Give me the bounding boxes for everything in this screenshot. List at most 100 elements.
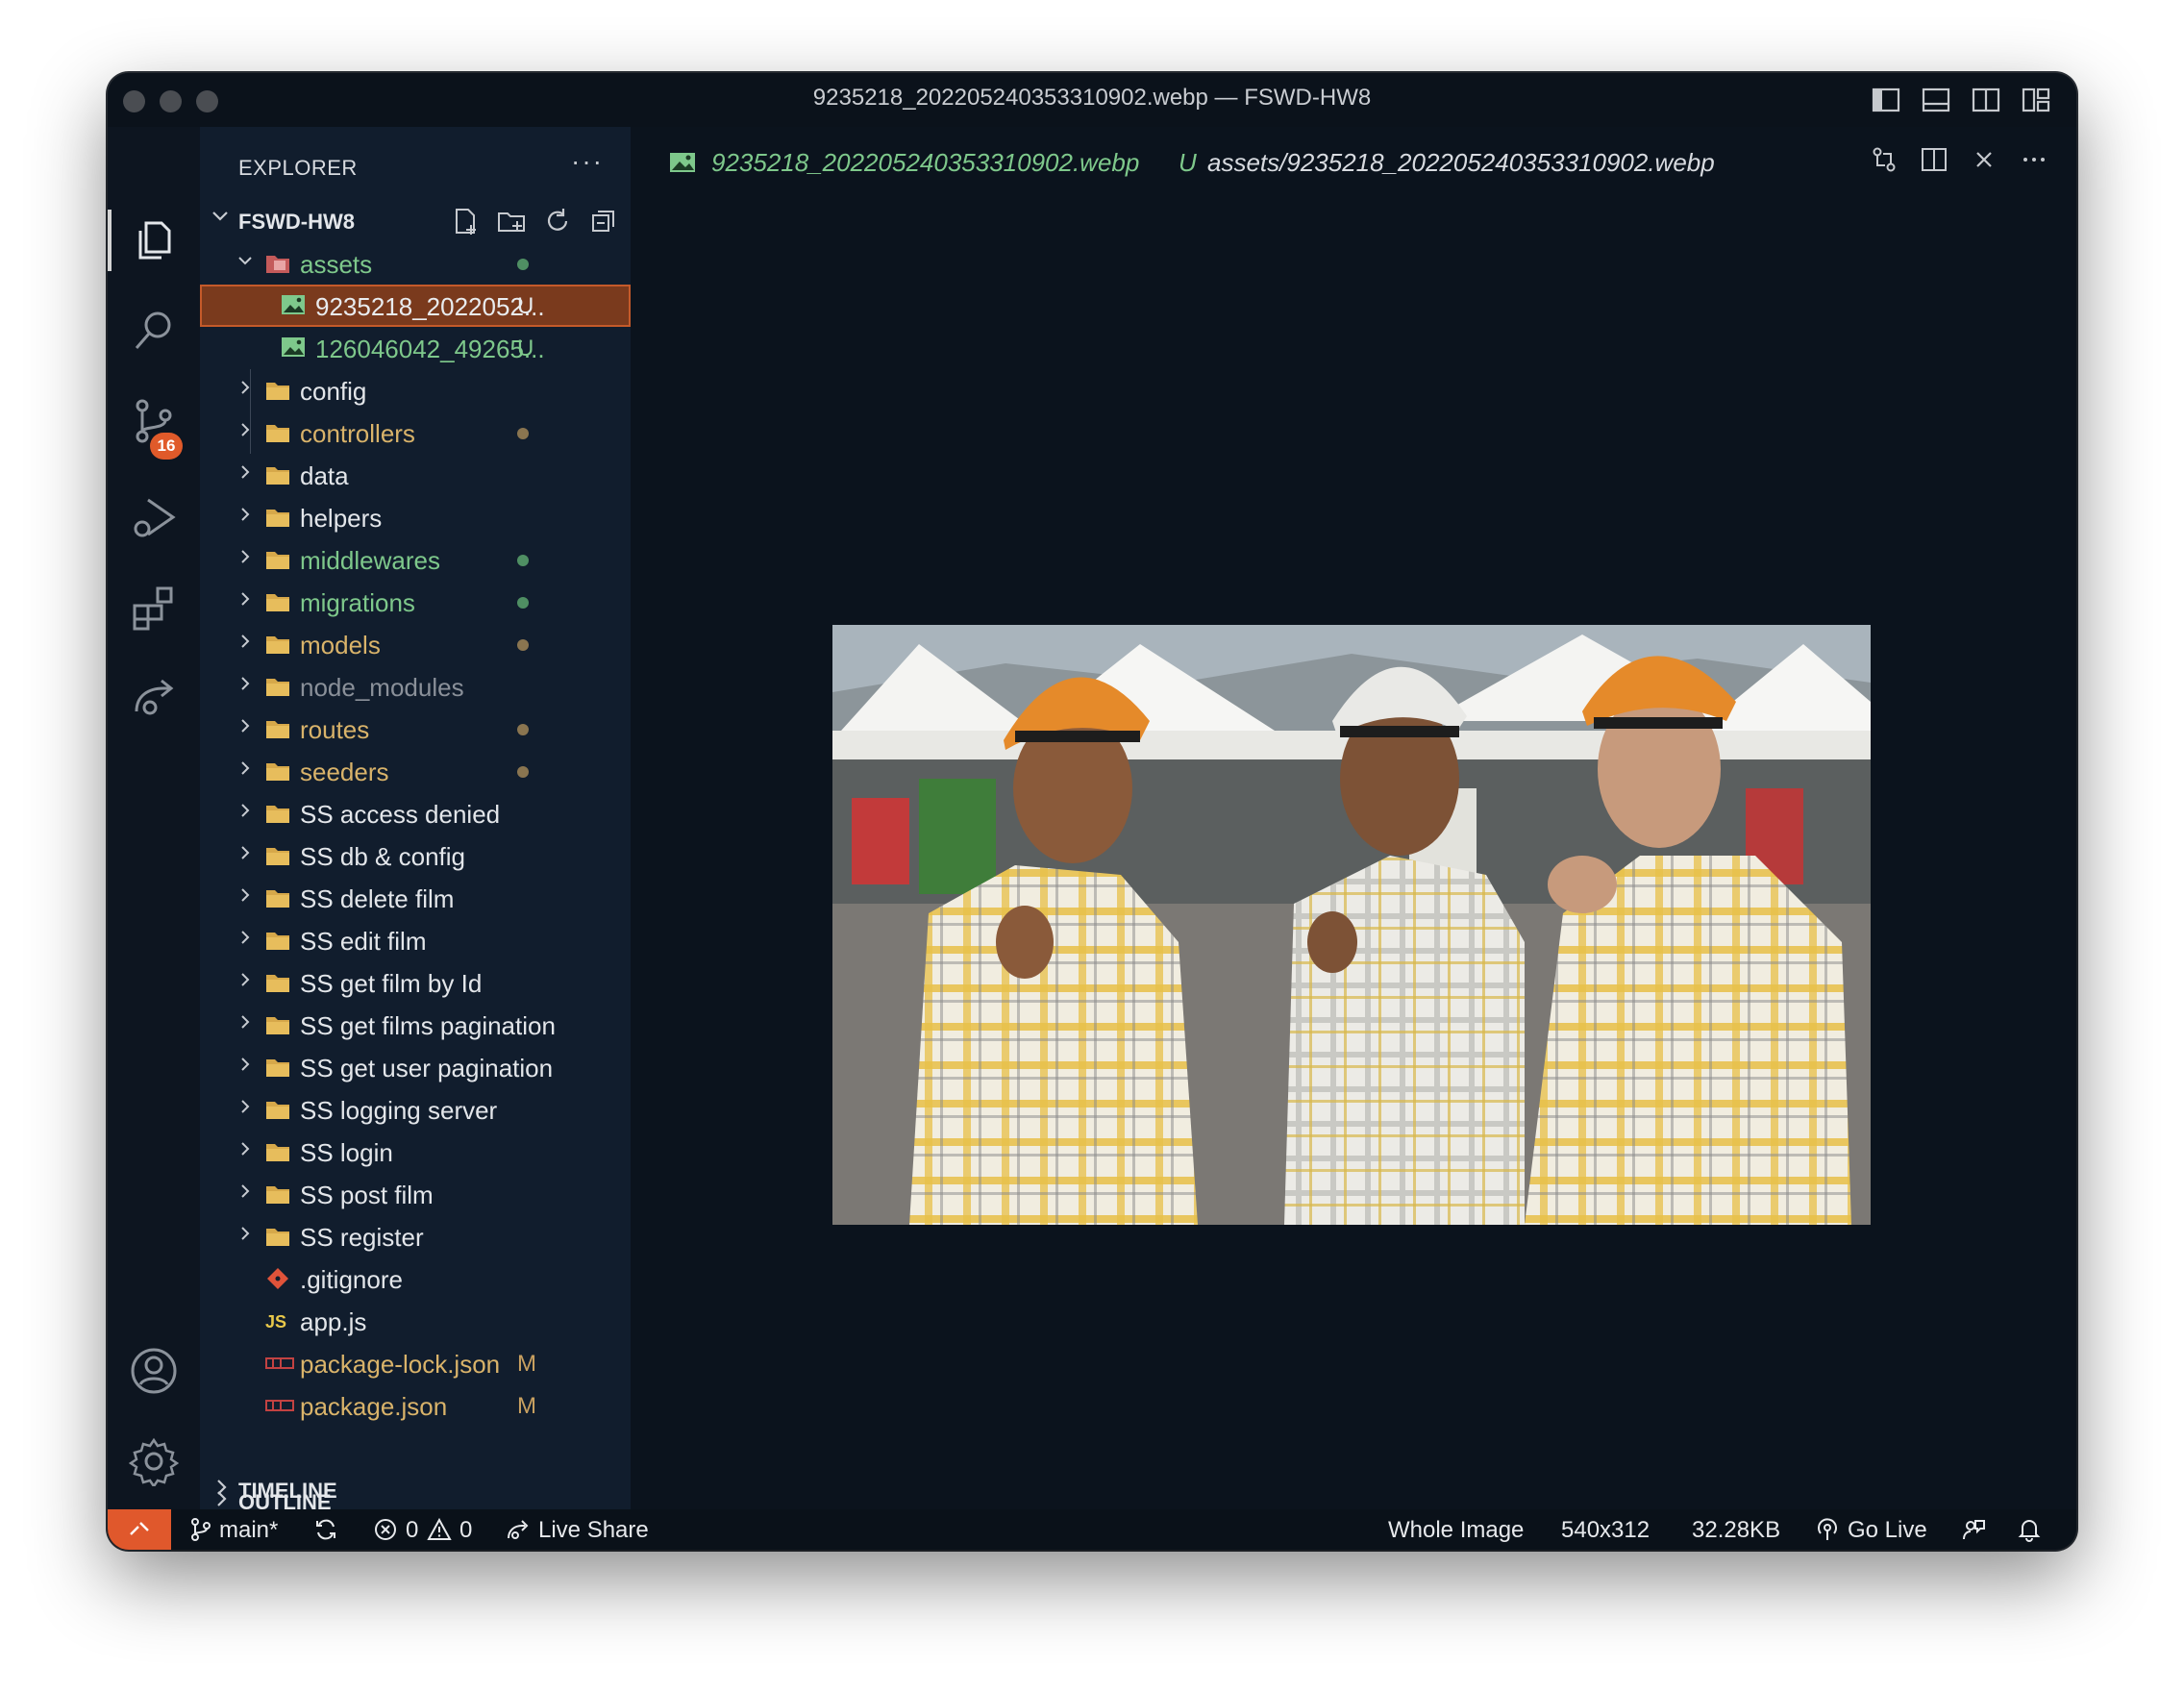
customize-layout-icon[interactable]: [2021, 85, 2051, 115]
image-file-icon: [281, 336, 306, 360]
git-branch-label[interactable]: main*: [219, 1517, 278, 1544]
new-folder-icon[interactable]: [496, 206, 527, 236]
accounts-icon[interactable]: [129, 1346, 179, 1396]
toggle-secondary-sidebar-icon[interactable]: [1971, 85, 2001, 115]
tree-row-node-modules[interactable]: node_modules: [200, 665, 631, 708]
tree-row-9235218-2022052[interactable]: 9235218_2022052... U: [200, 285, 631, 327]
tree-item-label: models: [300, 631, 381, 659]
tree-item-label: SS edit film: [300, 927, 427, 956]
tree-row-config[interactable]: config: [200, 369, 631, 411]
tree-row-app-js[interactable]: JS app.js: [200, 1300, 631, 1342]
source-control-badge: 16: [150, 433, 183, 460]
tree-row-ss-logging-server[interactable]: SS logging server: [200, 1088, 631, 1131]
tree-row-models[interactable]: models: [200, 623, 631, 665]
tree-row-126046042-49265[interactable]: 126046042_49265... U: [200, 327, 631, 369]
tree-row-middlewares[interactable]: middlewares: [200, 538, 631, 581]
extensions-icon[interactable]: [129, 583, 179, 633]
tree-item-label: package-lock.json: [300, 1350, 501, 1379]
folder-icon: [265, 1140, 290, 1163]
warning-count[interactable]: 0: [459, 1517, 472, 1544]
title-bar: 9235218_202205240353310902.webp — FSWD-H…: [108, 73, 2076, 127]
toggle-primary-sidebar-icon[interactable]: [1871, 85, 1901, 115]
editor-tab-git-status: U: [1179, 148, 1197, 177]
tree-item-label: SS post film: [300, 1181, 434, 1209]
toggle-panel-icon[interactable]: [1921, 85, 1951, 115]
folder-icon: [265, 463, 290, 486]
chevron-right-icon: [236, 1013, 254, 1031]
folder-icon: [265, 1225, 290, 1248]
tree-row-routes[interactable]: routes: [200, 708, 631, 750]
tree-row-assets[interactable]: assets: [200, 242, 631, 285]
sync-icon[interactable]: [313, 1517, 338, 1542]
search-icon[interactable]: [129, 306, 179, 356]
chevron-down-icon: [236, 252, 254, 269]
folder-icon: [265, 1013, 290, 1036]
refresh-icon[interactable]: [542, 206, 573, 236]
tree-row-migrations[interactable]: migrations: [200, 581, 631, 623]
notifications-bell-icon[interactable]: [2017, 1517, 2042, 1542]
project-root-row[interactable]: FSWD-HW8: [200, 200, 631, 238]
image-zoom-label[interactable]: Whole Image: [1388, 1517, 1524, 1544]
remote-indicator[interactable]: [108, 1509, 171, 1550]
image-preview[interactable]: [832, 625, 1871, 1225]
status-bar: main* 0 0 Live Share Whole Image 540x312…: [108, 1509, 2076, 1550]
tree-row-ss-delete-film[interactable]: SS delete film: [200, 877, 631, 919]
vscode-window: 9235218_202205240353310902.webp — FSWD-H…: [108, 73, 2076, 1550]
explorer-more-actions-button[interactable]: ···: [571, 146, 604, 177]
error-count[interactable]: 0: [406, 1517, 418, 1544]
collapse-all-icon[interactable]: [588, 206, 619, 236]
live-share-button[interactable]: Live Share: [538, 1517, 649, 1544]
tree-row-ss-login[interactable]: SS login: [200, 1131, 631, 1173]
timeline-section[interactable]: TIMELINE: [200, 1469, 631, 1507]
folder-icon: [265, 971, 290, 994]
settings-gear-icon[interactable]: [128, 1436, 180, 1489]
tree-row-ss-access-denied[interactable]: SS access denied: [200, 792, 631, 834]
tree-row-data[interactable]: data: [200, 454, 631, 496]
chevron-right-icon: [236, 886, 254, 904]
tree-row-ss-register[interactable]: SS register: [200, 1215, 631, 1257]
svg-text:JS: JS: [265, 1312, 286, 1331]
split-editor-icon[interactable]: [1919, 144, 1949, 175]
folder-icon: [265, 421, 290, 444]
tree-row-package-json[interactable]: package.json M: [200, 1384, 631, 1427]
folder-icon: [265, 929, 290, 952]
editor-tab-title[interactable]: 9235218_202205240353310902.webp: [711, 148, 1139, 178]
chevron-right-icon: [236, 590, 254, 608]
project-name: FSWD-HW8: [238, 210, 355, 234]
tree-row-ss-db-config[interactable]: SS db & config: [200, 834, 631, 877]
tree-item-label: SS get films pagination: [300, 1011, 556, 1040]
tree-row-ss-edit-film[interactable]: SS edit film: [200, 919, 631, 961]
tree-row-helpers[interactable]: helpers: [200, 496, 631, 538]
chevron-right-icon: [236, 633, 254, 650]
tree-row-gitignore[interactable]: .gitignore: [200, 1257, 631, 1300]
tree-row-ss-get-films-pagination[interactable]: SS get films pagination: [200, 1004, 631, 1046]
tree-row-package-lock-json[interactable]: package-lock.json M: [200, 1342, 631, 1384]
new-file-icon[interactable]: [450, 206, 481, 236]
tree-item-label: helpers: [300, 504, 383, 533]
run-and-debug-icon[interactable]: [129, 492, 179, 542]
explorer-icon[interactable]: [129, 215, 179, 265]
compare-changes-icon[interactable]: [1869, 144, 1899, 175]
photo-three-boys: [832, 625, 1871, 1225]
git-branch-icon: [188, 1517, 213, 1542]
tree-row-seeders[interactable]: seeders: [200, 750, 631, 792]
git-status-letter: U: [517, 293, 534, 319]
git-change-dot: [517, 428, 529, 439]
close-editor-icon[interactable]: [1969, 144, 1999, 175]
folder-icon: [265, 590, 290, 613]
folder-icon: [265, 379, 290, 402]
live-share-icon[interactable]: [129, 673, 179, 723]
go-live-button[interactable]: Go Live: [1848, 1517, 1927, 1544]
editor-tab-path: assets/9235218_202205240353310902.webp: [1207, 148, 1715, 177]
tree-item-label: SS get film by Id: [300, 969, 483, 998]
git-change-dot: [517, 639, 529, 651]
feedback-icon[interactable]: [1961, 1517, 1986, 1542]
tree-row-ss-get-user-pagination[interactable]: SS get user pagination: [200, 1046, 631, 1088]
git-status-letter: U: [517, 336, 534, 361]
tree-row-ss-post-film[interactable]: SS post film: [200, 1173, 631, 1215]
tree-row-ss-get-film-by-id[interactable]: SS get film by Id: [200, 961, 631, 1004]
tree-row-controllers[interactable]: controllers: [200, 411, 631, 454]
tree-item-label: migrations: [300, 588, 415, 617]
tree-item-label: SS logging server: [300, 1096, 498, 1125]
editor-more-actions-icon[interactable]: [2019, 144, 2049, 175]
